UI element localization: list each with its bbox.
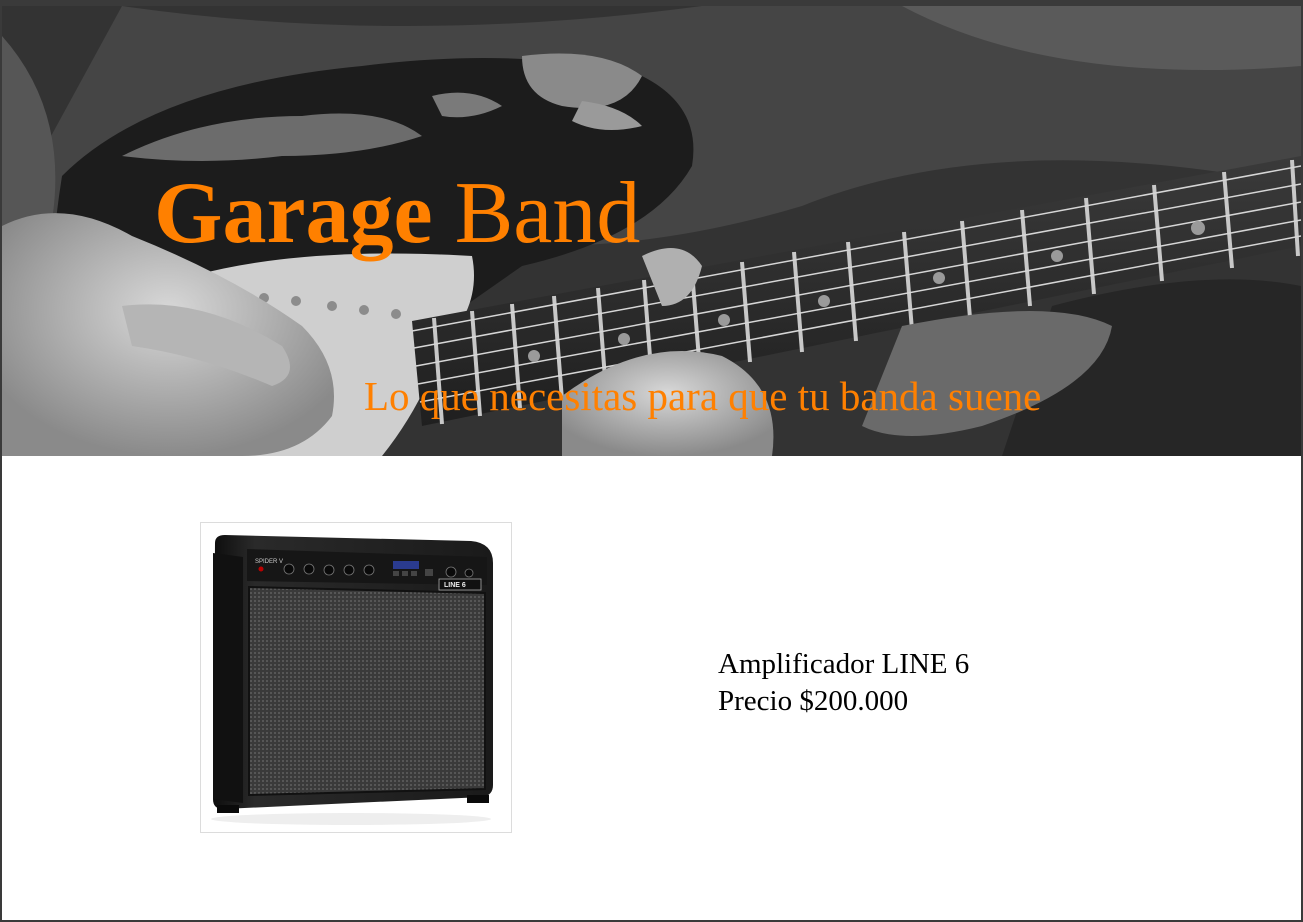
amplifier-image: SPIDER V LINE 6 [200,522,512,833]
product-price: Precio $200.000 [718,685,909,717]
site-title: Garage Band [154,164,640,264]
hero-banner: Garage Band Lo que necesitas para que tu… [2,6,1301,456]
site-title-bold: Garage [154,165,433,262]
site-title-rest: Band [432,165,641,262]
product-name: Amplificador LINE 6 [718,648,970,680]
amplifier-illustration: SPIDER V LINE 6 [211,535,493,825]
amp-model-label: SPIDER V [255,559,283,565]
site-tagline: Lo que necesitas para que tu banda suene [364,373,1042,419]
product-details: Amplificador LINE 6 Precio $200.000 [718,646,969,720]
amp-brand-badge: LINE 6 [444,582,466,589]
browser-viewport: Garage Band Lo que necesitas para que tu… [0,0,1303,922]
